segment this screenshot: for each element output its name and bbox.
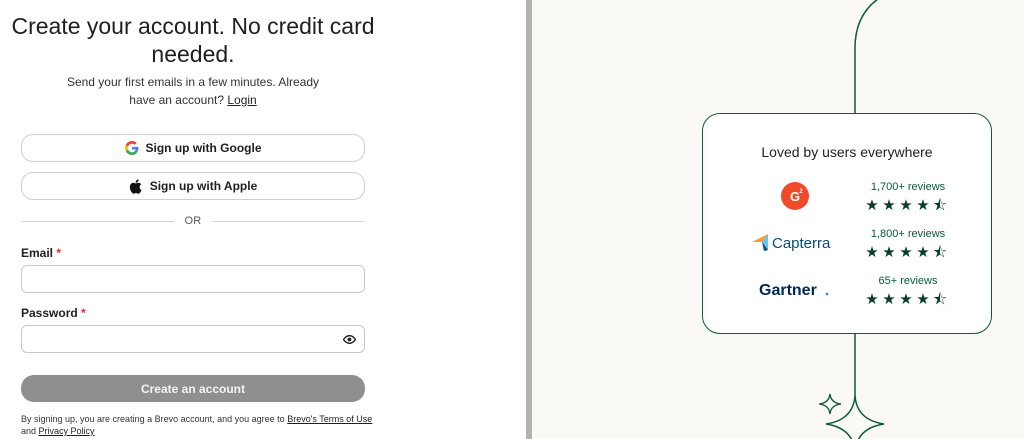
g2-star-rating: ★ ★ ★ ★ ⯪ [864, 198, 954, 213]
gartner-reviews-count: 65+ reviews [878, 275, 938, 287]
star-icon: ★ [882, 197, 896, 214]
reviews-panel: Loved by users everywhere G 2 1,700+ rev… [532, 0, 1024, 439]
or-text: OR [184, 215, 202, 227]
required-marker: * [56, 246, 62, 260]
password-field[interactable] [21, 325, 365, 353]
or-divider: OR [21, 214, 366, 228]
star-icon: ★ [899, 197, 913, 214]
g2-reviews-count: 1,700+ reviews [870, 181, 946, 193]
divider-line-left [21, 220, 175, 222]
half-star-icon: ⯪ [932, 244, 948, 261]
show-password-eye-icon[interactable] [343, 333, 356, 346]
star-icon: ★ [916, 197, 930, 214]
capterra-wordmark: Capterra [772, 235, 831, 252]
signup-panel: Create your account. No credit card need… [0, 0, 526, 439]
password-label: Password * [21, 306, 86, 320]
half-star-icon: ⯪ [932, 291, 948, 308]
google-icon [124, 141, 139, 155]
email-label: Email * [21, 246, 61, 260]
required-marker: * [81, 306, 86, 320]
login-link[interactable]: Login [227, 93, 256, 107]
privacy-policy-link[interactable]: Privacy Policy [39, 426, 95, 436]
half-star-icon: ⯪ [932, 197, 948, 214]
divider-line-right [211, 220, 366, 222]
subtitle: Send your first emails in a few minutes.… [60, 73, 326, 109]
star-icon: ★ [882, 244, 896, 261]
capterra-star-rating: ★ ★ ★ ★ ⯪ [864, 245, 954, 260]
subtitle-text: Send your first emails in a few minutes.… [66, 75, 320, 107]
reviews-title: Loved by users everywhere [761, 144, 933, 160]
apple-button-label: Sign up with Apple [149, 179, 258, 193]
legal-text: By signing up, you are creating a Brevo … [21, 414, 285, 424]
google-signup-button[interactable]: Sign up with Google [21, 134, 365, 162]
star-icon: ★ [865, 197, 879, 214]
create-account-button[interactable]: Create an account [21, 375, 365, 402]
star-icon: ★ [916, 244, 930, 261]
legal-notice: By signing up, you are creating a Brevo … [21, 413, 381, 437]
email-label-text: Email [21, 246, 54, 260]
legal-and-text: and [21, 426, 37, 436]
star-icon: ★ [899, 291, 913, 308]
gartner-star-rating: ★ ★ ★ ★ ⯪ [864, 292, 954, 307]
g2-logo-icon: G 2 [777, 180, 813, 212]
terms-link[interactable]: Brevo's Terms of Use [287, 414, 372, 424]
google-button-label: Sign up with Google [145, 141, 262, 155]
page-title: Create your account. No credit card need… [11, 13, 375, 67]
star-icon: ★ [899, 244, 913, 261]
gartner-logo-icon: Gartner [757, 279, 833, 301]
password-label-text: Password [21, 306, 78, 320]
star-icon: ★ [916, 291, 930, 308]
svg-text:Gartner: Gartner [759, 282, 817, 299]
apple-icon [129, 178, 143, 194]
email-field[interactable] [21, 265, 365, 293]
capterra-reviews-count: 1,800+ reviews [870, 228, 946, 240]
reviews-card: Loved by users everywhere G 2 1,700+ rev… [702, 113, 992, 334]
star-icon: ★ [865, 291, 879, 308]
star-icon: ★ [865, 244, 879, 261]
capterra-logo-icon: Capterra [751, 232, 843, 252]
star-icon: ★ [882, 291, 896, 308]
apple-signup-button[interactable]: Sign up with Apple [21, 172, 365, 200]
